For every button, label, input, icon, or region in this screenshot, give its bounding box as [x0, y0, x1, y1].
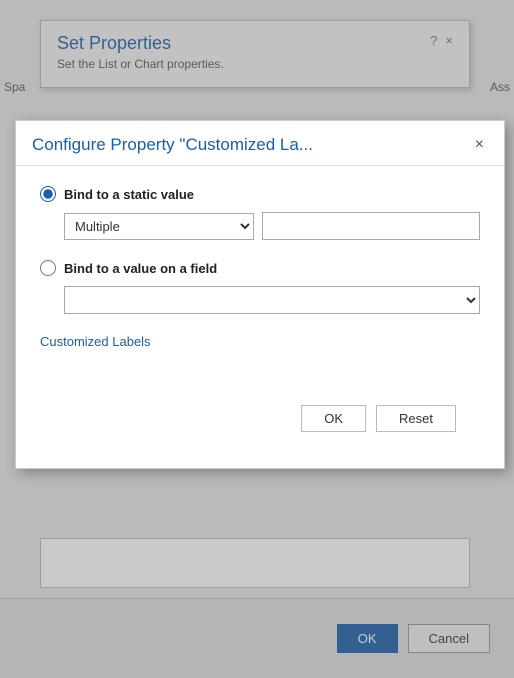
field-dropdown[interactable]	[64, 286, 480, 314]
value-type-dropdown[interactable]: Multiple Single None	[64, 213, 254, 240]
static-value-radio[interactable]	[40, 186, 56, 202]
field-select-row	[64, 286, 480, 314]
customized-labels-link[interactable]: Customized Labels	[40, 334, 480, 349]
field-value-radio-row: Bind to a value on a field	[40, 260, 480, 276]
static-value-radio-row: Bind to a static value	[40, 186, 480, 202]
configure-property-dialog: Configure Property "Customized La... × B…	[15, 120, 505, 469]
modal-footer: OK Reset	[40, 389, 480, 452]
reset-button[interactable]: Reset	[376, 405, 456, 432]
static-value-controls: Multiple Single None	[64, 212, 480, 240]
ok-button[interactable]: OK	[301, 405, 366, 432]
modal-header: Configure Property "Customized La... ×	[16, 121, 504, 166]
static-value-input[interactable]	[262, 212, 480, 240]
field-value-label: Bind to a value on a field	[64, 261, 217, 276]
static-value-label: Bind to a static value	[64, 187, 194, 202]
modal-close-button[interactable]: ×	[471, 137, 488, 153]
modal-body: Bind to a static value Multiple Single N…	[16, 166, 504, 468]
modal-title: Configure Property "Customized La...	[32, 135, 313, 155]
field-value-radio[interactable]	[40, 260, 56, 276]
